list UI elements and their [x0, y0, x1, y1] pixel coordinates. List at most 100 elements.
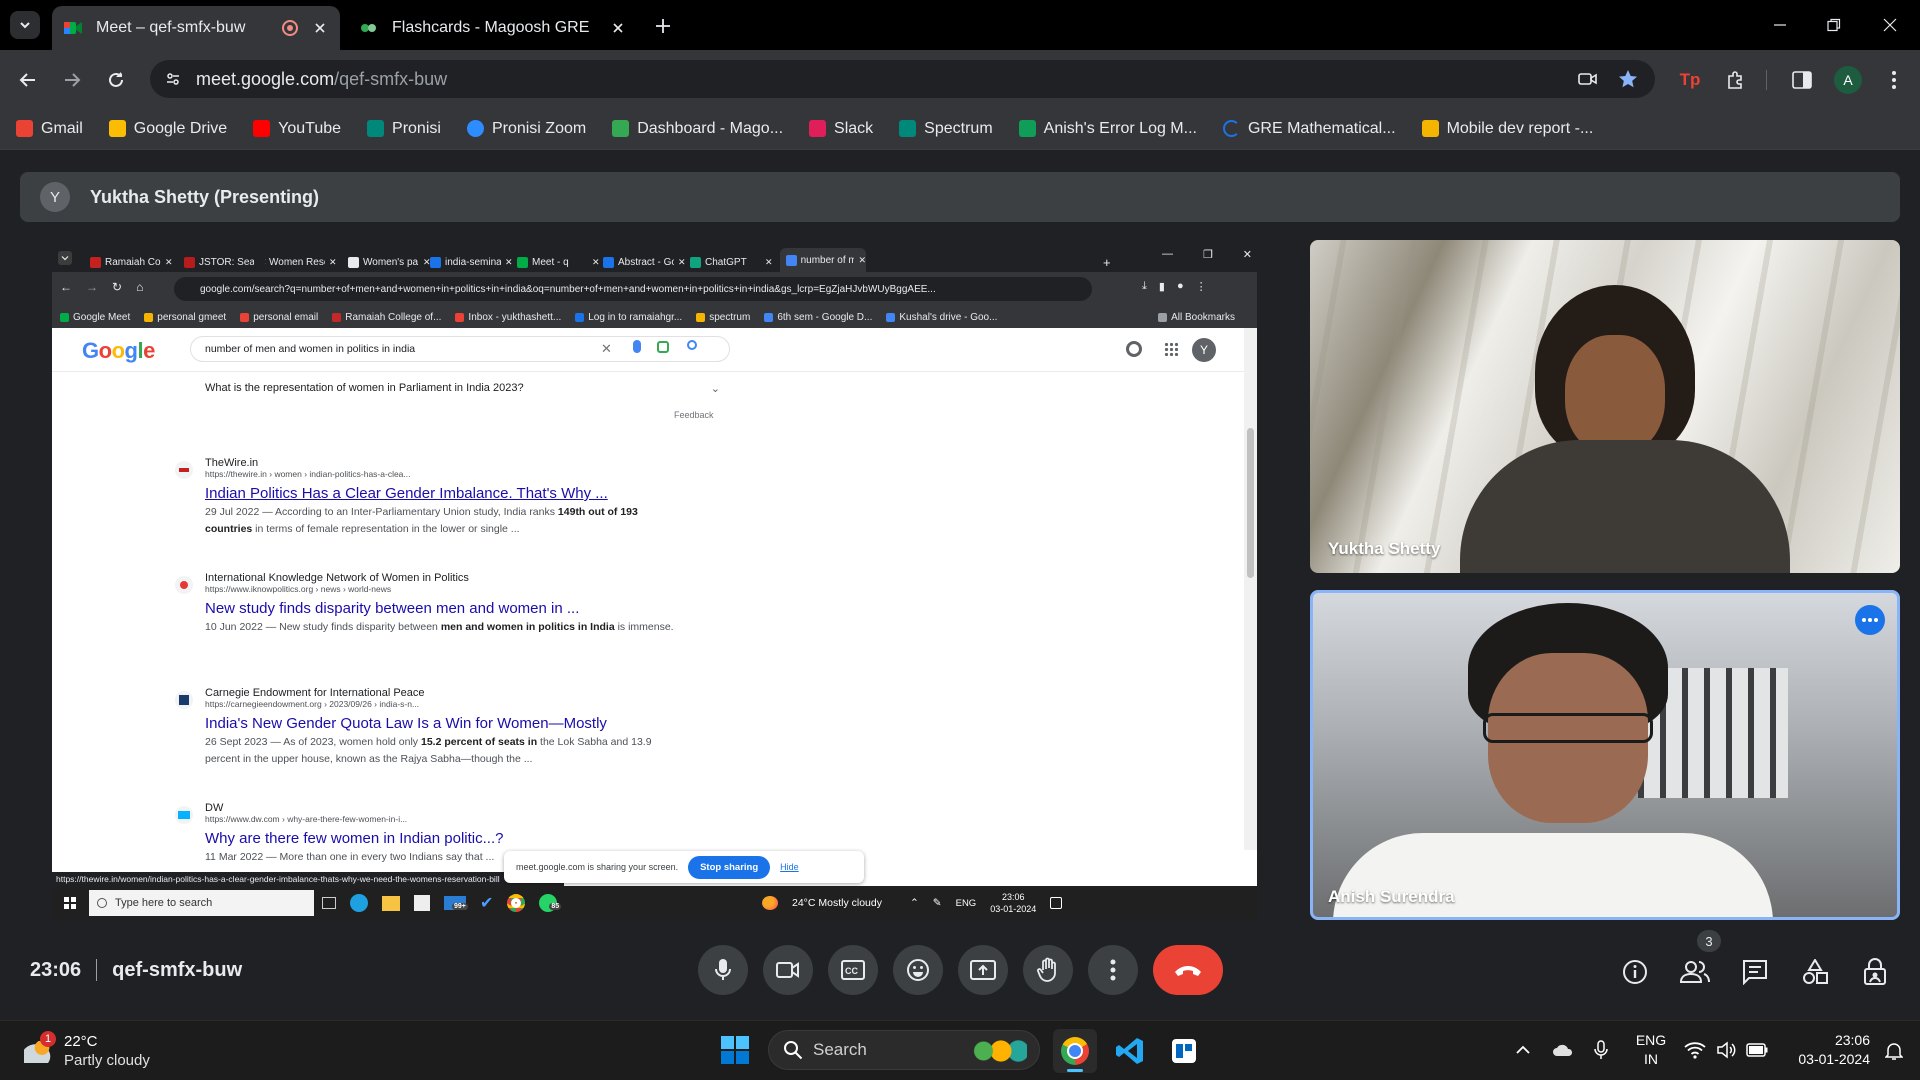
result-url: https://www.dw.com › why-are-there-few-w… [205, 814, 408, 824]
notifications-icon [1050, 897, 1063, 909]
captions-button[interactable]: CC [828, 945, 878, 995]
show-hidden-icons[interactable] [1512, 1039, 1534, 1061]
close-tab-icon[interactable] [610, 20, 626, 36]
bookmarks-bar: Gmail Google Drive YouTube Pronisi Proni… [0, 108, 1920, 150]
profile-avatar[interactable]: A [1834, 66, 1862, 94]
bookmark-gre-math[interactable]: GRE Mathematical... [1222, 120, 1396, 138]
hide-link: Hide [780, 862, 799, 872]
bookmark-error-log[interactable]: Anish's Error Log M... [1018, 120, 1197, 138]
host-controls-button[interactable] [1855, 952, 1895, 992]
task-view-icon [322, 897, 336, 909]
tab-favicon-icon [603, 256, 614, 268]
bookmark-spectrum[interactable]: Spectrum [899, 120, 993, 138]
tab-meet[interactable]: Meet – qef-smfx-buw [52, 6, 340, 50]
shared-tab: Abstract - Go ✕ [603, 250, 689, 274]
windows-taskbar: 1 22°C Partly cloudy Search ENG IN 23:06… [0, 1020, 1920, 1080]
youtube-icon [253, 120, 271, 137]
restore-button[interactable] [1814, 10, 1854, 40]
taskbar-search[interactable]: Search [768, 1030, 1040, 1070]
feedback-link: Feedback [674, 410, 714, 420]
bookmark-star-icon[interactable] [1615, 66, 1641, 92]
plus-icon [656, 19, 670, 33]
close-tab-icon[interactable] [312, 20, 328, 36]
mic-button[interactable] [698, 945, 748, 995]
raise-hand-button[interactable] [1023, 945, 1073, 995]
camera-in-use-icon[interactable] [1575, 66, 1601, 92]
activities-button[interactable] [1795, 952, 1835, 992]
extensions-puzzle-icon[interactable] [1722, 66, 1750, 94]
shared-tab: Women Rese ✕ [254, 250, 340, 274]
back-button[interactable] [12, 64, 44, 96]
bookmark-icon [575, 312, 585, 322]
presenter-label: Yuktha Shetty (Presenting) [90, 186, 320, 207]
reload-button[interactable] [100, 64, 132, 96]
url-path: /qef-smfx-buw [334, 68, 448, 89]
taskbar-chrome[interactable] [1053, 1029, 1097, 1073]
bookmark-gmail[interactable]: Gmail [16, 120, 83, 138]
close-window-button[interactable] [1870, 10, 1910, 40]
chat-button[interactable] [1735, 952, 1775, 992]
side-panel-icon[interactable] [1788, 66, 1816, 94]
reload-icon: ↻ [112, 280, 123, 294]
reload-icon [109, 72, 123, 87]
present-button[interactable] [958, 945, 1008, 995]
minimize-button[interactable] [1760, 10, 1800, 40]
close-tab-icon: ✕ [165, 256, 173, 267]
bookmark-youtube[interactable]: YouTube [253, 120, 341, 138]
tab-favicon-icon [690, 256, 701, 268]
chrome-icon [507, 894, 526, 912]
thewire-favicon-icon [175, 461, 193, 479]
profile-icon: ● [1176, 280, 1184, 292]
bookmark-icon [60, 312, 69, 322]
extension-tp-icon[interactable]: Tp [1676, 66, 1704, 94]
browser-menu-icon[interactable] [1880, 66, 1908, 94]
onedrive-icon[interactable] [1550, 1039, 1576, 1061]
edge-icon [350, 894, 368, 912]
google-search-box: number of men and women in politics in i… [190, 336, 730, 362]
bookmark-icon [455, 312, 465, 322]
tab-search-button[interactable] [10, 11, 40, 39]
camera-button[interactable] [763, 945, 813, 995]
weather-text: 24°C Mostly cloudy [792, 897, 882, 909]
shared-tab-search-icon [58, 251, 72, 265]
site-info-icon[interactable] [160, 66, 186, 92]
more-options-button[interactable] [1088, 945, 1138, 995]
reactions-button[interactable] [893, 945, 943, 995]
clock-date: 03-01-2024 [1798, 1051, 1870, 1067]
shared-taskbar-search: Type here to search [89, 890, 314, 916]
weather-widget[interactable]: 1 22°C Partly cloudy [20, 1031, 220, 1073]
bookmark-slack[interactable]: Slack [809, 120, 873, 138]
start-button[interactable] [720, 1035, 752, 1067]
participant-tile[interactable]: Yuktha Shetty [1310, 240, 1900, 573]
paa-question: What is the representation of women in P… [205, 382, 720, 395]
leave-call-button[interactable] [1153, 945, 1223, 995]
bookmark-google-drive[interactable]: Google Drive [108, 120, 227, 138]
taskbar-app[interactable] [1162, 1029, 1206, 1073]
people-button[interactable] [1675, 952, 1715, 992]
taskbar-vscode[interactable] [1108, 1029, 1152, 1073]
participant-tile-active[interactable]: Anish Surendra [1310, 590, 1900, 920]
search-icon [97, 898, 107, 908]
more-vert-icon [1110, 959, 1116, 981]
todo-icon: ✔ [480, 895, 494, 912]
forward-button[interactable] [56, 64, 88, 96]
bookmark-mobile-dev-report[interactable]: Mobile dev report -... [1421, 120, 1593, 138]
shared-bookmark: Inbox - yukthashett... [455, 312, 561, 323]
microphone-tray-icon[interactable] [1590, 1039, 1612, 1061]
presenter-bar: Y Yuktha Shetty (Presenting) [20, 172, 1900, 222]
bookmark-dashboard-magoosh[interactable]: Dashboard - Mago... [612, 120, 783, 138]
notification-center[interactable] [1882, 1039, 1906, 1063]
bookmark-pronisi[interactable]: Pronisi [367, 120, 441, 138]
bookmark-pronisi-zoom[interactable]: Pronisi Zoom [466, 120, 586, 138]
new-tab-button[interactable] [650, 13, 676, 39]
store-icon [414, 895, 430, 911]
language-indicator[interactable]: ENG IN [1634, 1031, 1668, 1071]
tab-flashcards[interactable]: Flashcards - Magoosh GRE [348, 6, 638, 50]
clock[interactable]: 23:06 03-01-2024 [1780, 1031, 1870, 1071]
address-bar[interactable]: meet.google.com/qef-smfx-buw [150, 60, 1655, 98]
meeting-info-button[interactable] [1615, 952, 1655, 992]
system-tray-status[interactable] [1684, 1037, 1768, 1063]
tab-favicon-icon [786, 254, 797, 266]
shared-bookmark: Kushal's drive - Goo... [886, 312, 997, 323]
more-options-button[interactable] [1855, 605, 1885, 635]
